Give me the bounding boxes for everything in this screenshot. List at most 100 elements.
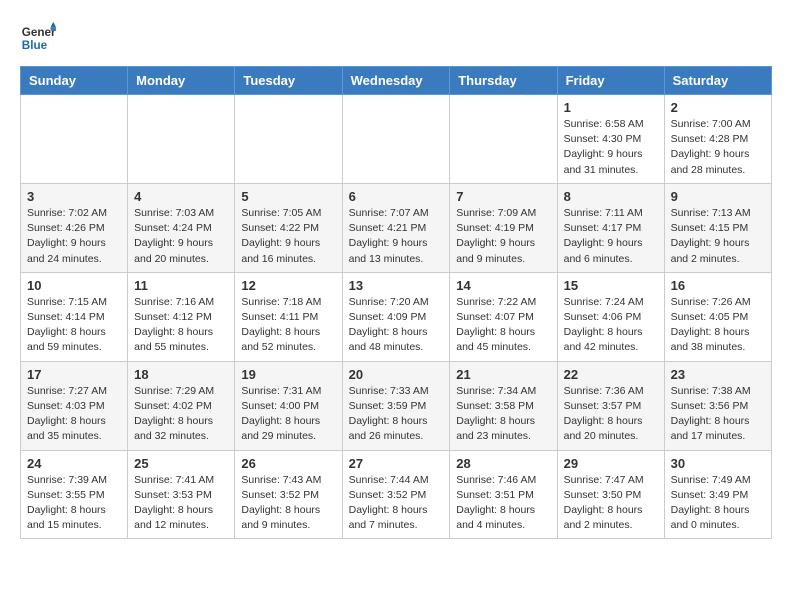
- calendar-cell: 14 Sunrise: 7:22 AM Sunset: 4:07 PM Dayli…: [450, 272, 557, 361]
- calendar-cell: 13 Sunrise: 7:20 AM Sunset: 4:09 PM Dayli…: [342, 272, 450, 361]
- logo-icon: General Blue: [20, 20, 56, 56]
- day-number: 30: [671, 456, 765, 471]
- day-number: 22: [564, 367, 658, 382]
- calendar-cell: 28Sunrise: 7:46 AM Sunset: 3:51 PM Dayli…: [450, 450, 557, 539]
- day-header-tuesday: Tuesday: [235, 67, 342, 95]
- calendar-cell: 15 Sunrise: 7:24 AM Sunset: 4:06 PM Dayli…: [557, 272, 664, 361]
- calendar-cell: 10 Sunrise: 7:15 AM Sunset: 4:14 PM Dayli…: [21, 272, 128, 361]
- day-info: Sunrise: 7:15 AM Sunset: 4:14 PM Dayligh…: [27, 295, 121, 356]
- day-number: 16: [671, 278, 765, 293]
- day-info: Sunrise: 7:05 AM Sunset: 4:22 PM Dayligh…: [241, 206, 335, 267]
- calendar-week-4: 17Sunrise: 7:27 AM Sunset: 4:03 PM Dayli…: [21, 361, 772, 450]
- calendar-header-row: SundayMondayTuesdayWednesdayThursdayFrid…: [21, 67, 772, 95]
- day-info: Sunrise: 7:33 AM Sunset: 3:59 PM Dayligh…: [349, 384, 444, 445]
- day-info: Sunrise: 7:22 AM Sunset: 4:07 PM Dayligh…: [456, 295, 550, 356]
- day-info: Sunrise: 7:11 AM Sunset: 4:17 PM Dayligh…: [564, 206, 658, 267]
- day-info: Sunrise: 7:49 AM Sunset: 3:49 PM Dayligh…: [671, 473, 765, 534]
- calendar-cell: 3 Sunrise: 7:02 AM Sunset: 4:26 PM Daylig…: [21, 183, 128, 272]
- day-number: 21: [456, 367, 550, 382]
- day-info: Sunrise: 7:26 AM Sunset: 4:05 PM Dayligh…: [671, 295, 765, 356]
- day-number: 18: [134, 367, 228, 382]
- day-header-sunday: Sunday: [21, 67, 128, 95]
- calendar-cell: 7 Sunrise: 7:09 AM Sunset: 4:19 PM Daylig…: [450, 183, 557, 272]
- day-header-thursday: Thursday: [450, 67, 557, 95]
- day-info: Sunrise: 7:31 AM Sunset: 4:00 PM Dayligh…: [241, 384, 335, 445]
- day-number: 13: [349, 278, 444, 293]
- day-header-friday: Friday: [557, 67, 664, 95]
- calendar-cell: 26Sunrise: 7:43 AM Sunset: 3:52 PM Dayli…: [235, 450, 342, 539]
- svg-text:Blue: Blue: [22, 39, 48, 52]
- calendar-cell: 21Sunrise: 7:34 AM Sunset: 3:58 PM Dayli…: [450, 361, 557, 450]
- day-number: 25: [134, 456, 228, 471]
- calendar-cell: [235, 95, 342, 184]
- day-info: Sunrise: 7:41 AM Sunset: 3:53 PM Dayligh…: [134, 473, 228, 534]
- calendar-cell: 5 Sunrise: 7:05 AM Sunset: 4:22 PM Daylig…: [235, 183, 342, 272]
- day-info: Sunrise: 7:16 AM Sunset: 4:12 PM Dayligh…: [134, 295, 228, 356]
- calendar-cell: 19Sunrise: 7:31 AM Sunset: 4:00 PM Dayli…: [235, 361, 342, 450]
- calendar-cell: [21, 95, 128, 184]
- calendar-cell: 29 Sunrise: 7:47 AM Sunset: 3:50 PM Dayli…: [557, 450, 664, 539]
- day-number: 1: [564, 100, 658, 115]
- day-info: Sunrise: 7:03 AM Sunset: 4:24 PM Dayligh…: [134, 206, 228, 267]
- calendar-cell: 17Sunrise: 7:27 AM Sunset: 4:03 PM Dayli…: [21, 361, 128, 450]
- day-info: Sunrise: 7:20 AM Sunset: 4:09 PM Dayligh…: [349, 295, 444, 356]
- day-info: Sunrise: 7:36 AM Sunset: 3:57 PM Dayligh…: [564, 384, 658, 445]
- day-number: 14: [456, 278, 550, 293]
- day-number: 7: [456, 189, 550, 204]
- day-info: Sunrise: 7:18 AM Sunset: 4:11 PM Dayligh…: [241, 295, 335, 356]
- calendar-week-3: 10 Sunrise: 7:15 AM Sunset: 4:14 PM Dayli…: [21, 272, 772, 361]
- calendar-cell: 8 Sunrise: 7:11 AM Sunset: 4:17 PM Daylig…: [557, 183, 664, 272]
- day-info: Sunrise: 7:43 AM Sunset: 3:52 PM Dayligh…: [241, 473, 335, 534]
- calendar-cell: 22 Sunrise: 7:36 AM Sunset: 3:57 PM Dayli…: [557, 361, 664, 450]
- day-info: Sunrise: 7:29 AM Sunset: 4:02 PM Dayligh…: [134, 384, 228, 445]
- day-header-saturday: Saturday: [664, 67, 771, 95]
- calendar-cell: 11 Sunrise: 7:16 AM Sunset: 4:12 PM Dayli…: [128, 272, 235, 361]
- day-number: 2: [671, 100, 765, 115]
- calendar-cell: 25 Sunrise: 7:41 AM Sunset: 3:53 PM Dayli…: [128, 450, 235, 539]
- day-number: 9: [671, 189, 765, 204]
- day-info: Sunrise: 7:44 AM Sunset: 3:52 PM Dayligh…: [349, 473, 444, 534]
- day-number: 8: [564, 189, 658, 204]
- calendar-cell: 16 Sunrise: 7:26 AM Sunset: 4:05 PM Dayli…: [664, 272, 771, 361]
- day-info: Sunrise: 7:02 AM Sunset: 4:26 PM Dayligh…: [27, 206, 121, 267]
- day-number: 24: [27, 456, 121, 471]
- day-number: 27: [349, 456, 444, 471]
- calendar-cell: 27 Sunrise: 7:44 AM Sunset: 3:52 PM Dayli…: [342, 450, 450, 539]
- day-info: Sunrise: 7:13 AM Sunset: 4:15 PM Dayligh…: [671, 206, 765, 267]
- day-number: 23: [671, 367, 765, 382]
- day-number: 10: [27, 278, 121, 293]
- calendar-body: 1 Sunrise: 6:58 AM Sunset: 4:30 PM Daylig…: [21, 95, 772, 539]
- day-info: Sunrise: 7:46 AM Sunset: 3:51 PM Dayligh…: [456, 473, 550, 534]
- day-info: Sunrise: 7:07 AM Sunset: 4:21 PM Dayligh…: [349, 206, 444, 267]
- calendar-cell: 20 Sunrise: 7:33 AM Sunset: 3:59 PM Dayli…: [342, 361, 450, 450]
- calendar-week-1: 1 Sunrise: 6:58 AM Sunset: 4:30 PM Daylig…: [21, 95, 772, 184]
- calendar-cell: 18 Sunrise: 7:29 AM Sunset: 4:02 PM Dayli…: [128, 361, 235, 450]
- day-number: 12: [241, 278, 335, 293]
- calendar: SundayMondayTuesdayWednesdayThursdayFrid…: [20, 66, 772, 539]
- day-info: Sunrise: 7:09 AM Sunset: 4:19 PM Dayligh…: [456, 206, 550, 267]
- day-header-wednesday: Wednesday: [342, 67, 450, 95]
- calendar-cell: 12 Sunrise: 7:18 AM Sunset: 4:11 PM Dayli…: [235, 272, 342, 361]
- day-number: 5: [241, 189, 335, 204]
- calendar-cell: 24 Sunrise: 7:39 AM Sunset: 3:55 PM Dayli…: [21, 450, 128, 539]
- day-info: Sunrise: 7:00 AM Sunset: 4:28 PM Dayligh…: [671, 117, 765, 178]
- day-info: Sunrise: 7:47 AM Sunset: 3:50 PM Dayligh…: [564, 473, 658, 534]
- calendar-cell: [128, 95, 235, 184]
- calendar-week-5: 24 Sunrise: 7:39 AM Sunset: 3:55 PM Dayli…: [21, 450, 772, 539]
- day-info: Sunrise: 7:27 AM Sunset: 4:03 PM Dayligh…: [27, 384, 121, 445]
- day-number: 3: [27, 189, 121, 204]
- logo: General Blue: [20, 20, 56, 56]
- day-info: Sunrise: 6:58 AM Sunset: 4:30 PM Dayligh…: [564, 117, 658, 178]
- calendar-week-2: 3 Sunrise: 7:02 AM Sunset: 4:26 PM Daylig…: [21, 183, 772, 272]
- day-info: Sunrise: 7:39 AM Sunset: 3:55 PM Dayligh…: [27, 473, 121, 534]
- calendar-cell: 1 Sunrise: 6:58 AM Sunset: 4:30 PM Daylig…: [557, 95, 664, 184]
- calendar-cell: 30 Sunrise: 7:49 AM Sunset: 3:49 PM Dayli…: [664, 450, 771, 539]
- calendar-cell: [450, 95, 557, 184]
- day-number: 11: [134, 278, 228, 293]
- header: General Blue: [20, 20, 772, 56]
- day-number: 20: [349, 367, 444, 382]
- calendar-cell: 9 Sunrise: 7:13 AM Sunset: 4:15 PM Daylig…: [664, 183, 771, 272]
- day-number: 29: [564, 456, 658, 471]
- day-info: Sunrise: 7:24 AM Sunset: 4:06 PM Dayligh…: [564, 295, 658, 356]
- day-number: 15: [564, 278, 658, 293]
